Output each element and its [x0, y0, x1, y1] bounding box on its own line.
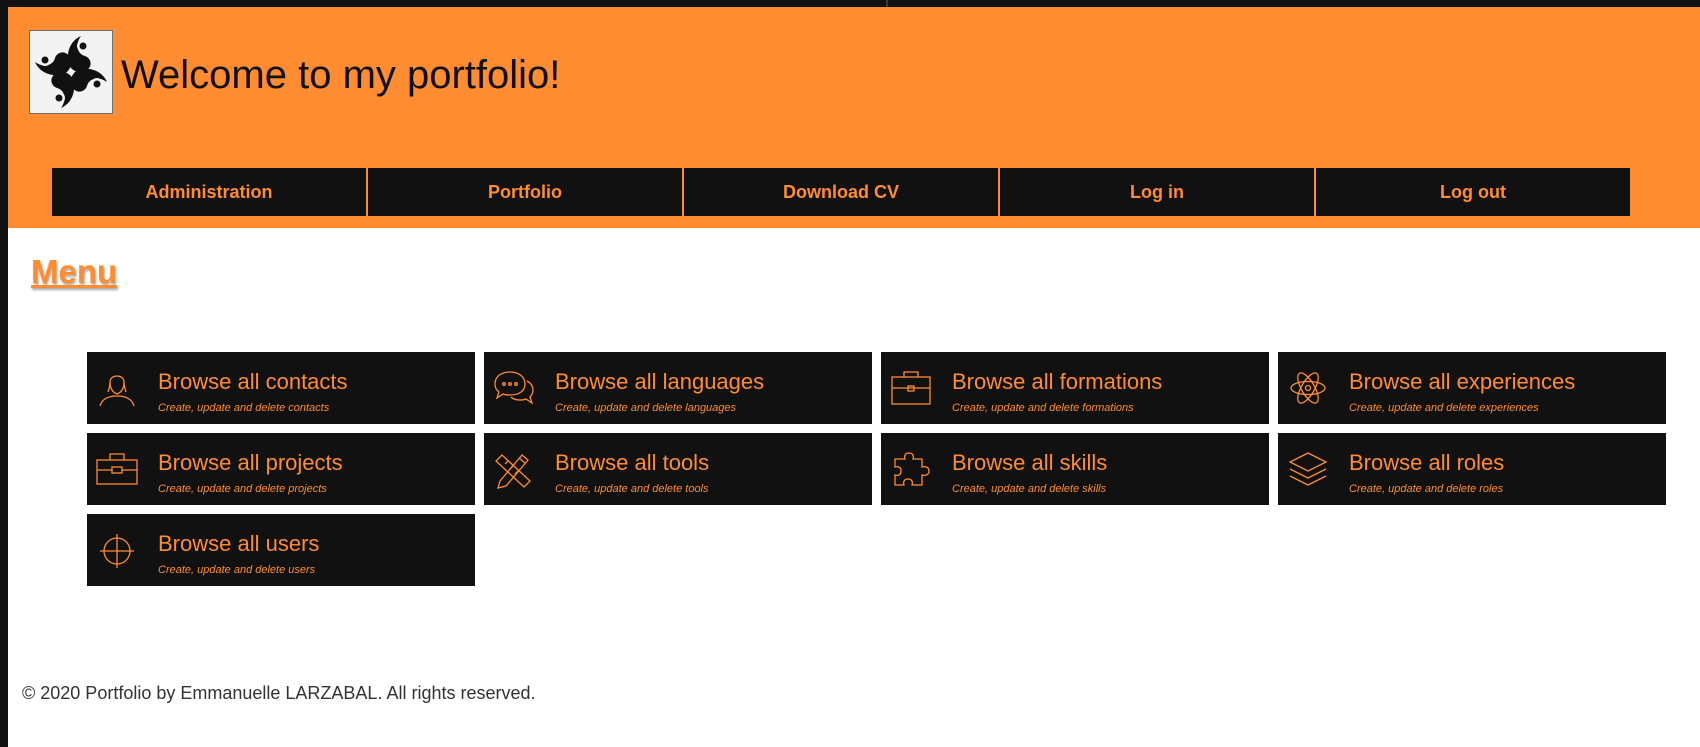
puzzle-icon — [889, 449, 933, 489]
card-title: Browse all languages — [555, 369, 765, 394]
card-title: Browse all skills — [952, 450, 1108, 475]
card-subtitle: Create, update and delete contacts — [158, 402, 330, 414]
crosshair-icon — [95, 530, 139, 570]
card-users[interactable]: Browse all users Create, update and dele… — [87, 514, 475, 586]
card-languages[interactable]: Browse all languages Create, update and … — [484, 352, 872, 424]
card-title: Browse all experiences — [1349, 369, 1576, 394]
card-subtitle: Create, update and delete users — [158, 564, 316, 576]
nav-log-out[interactable]: Log out — [1316, 168, 1630, 216]
top-bar-divider — [886, 0, 888, 7]
card-title: Browse all tools — [555, 450, 710, 475]
card-title: Browse all roles — [1349, 450, 1505, 475]
card-subtitle: Create, update and delete tools — [555, 483, 709, 495]
card-projects[interactable]: Browse all projects Create, update and d… — [87, 433, 475, 505]
card-formations[interactable]: Browse all formations Create, update and… — [881, 352, 1269, 424]
site-title: Welcome to my portfolio! — [121, 53, 561, 97]
card-title: Browse all formations — [952, 369, 1163, 394]
nav-administration[interactable]: Administration — [52, 168, 366, 216]
card-roles[interactable]: Browse all roles Create, update and dele… — [1278, 433, 1666, 505]
card-skills[interactable]: Browse all skills Create, update and del… — [881, 433, 1269, 505]
page: Welcome to my portfolio! Administration … — [8, 7, 1700, 747]
card-subtitle: Create, update and delete projects — [158, 483, 327, 495]
lauburu-logo-icon[interactable] — [29, 30, 113, 114]
card-subtitle: Create, update and delete roles — [1349, 483, 1504, 495]
chat-bubbles-icon — [492, 368, 536, 408]
card-title: Browse all contacts — [158, 369, 348, 394]
nav-log-in[interactable]: Log in — [1000, 168, 1314, 216]
toolbox-icon — [95, 449, 139, 489]
person-icon — [95, 368, 139, 408]
nav-portfolio[interactable]: Portfolio — [368, 168, 682, 216]
nav-download-cv[interactable]: Download CV — [684, 168, 998, 216]
card-subtitle: Create, update and delete skills — [952, 483, 1107, 495]
main-nav: Administration Portfolio Download CV Log… — [52, 168, 1630, 216]
card-subtitle: Create, update and delete languages — [555, 402, 737, 414]
card-subtitle: Create, update and delete experiences — [1349, 402, 1539, 414]
card-title: Browse all projects — [158, 450, 343, 475]
card-contacts[interactable]: Browse all contacts Create, update and d… — [87, 352, 475, 424]
card-title: Browse all users — [158, 531, 320, 556]
lauburu-logo-graphic — [35, 36, 107, 108]
layers-icon — [1286, 449, 1330, 489]
card-experiences[interactable]: Browse all experiences Create, update an… — [1278, 352, 1666, 424]
footer-copyright: © 2020 Portfolio by Emmanuelle LARZABAL.… — [22, 683, 536, 703]
window-top-bar — [0, 0, 1700, 7]
card-subtitle: Create, update and delete formations — [952, 402, 1134, 414]
pencil-ruler-icon — [492, 449, 536, 489]
site-header: Welcome to my portfolio! Administration … — [8, 7, 1700, 228]
briefcase-icon — [889, 368, 933, 408]
card-tools[interactable]: Browse all tools Create, update and dele… — [484, 433, 872, 505]
atom-icon — [1286, 368, 1330, 408]
menu-heading[interactable]: Menu — [31, 253, 117, 291]
menu-cards: Browse all contacts Create, update and d… — [87, 352, 1676, 586]
